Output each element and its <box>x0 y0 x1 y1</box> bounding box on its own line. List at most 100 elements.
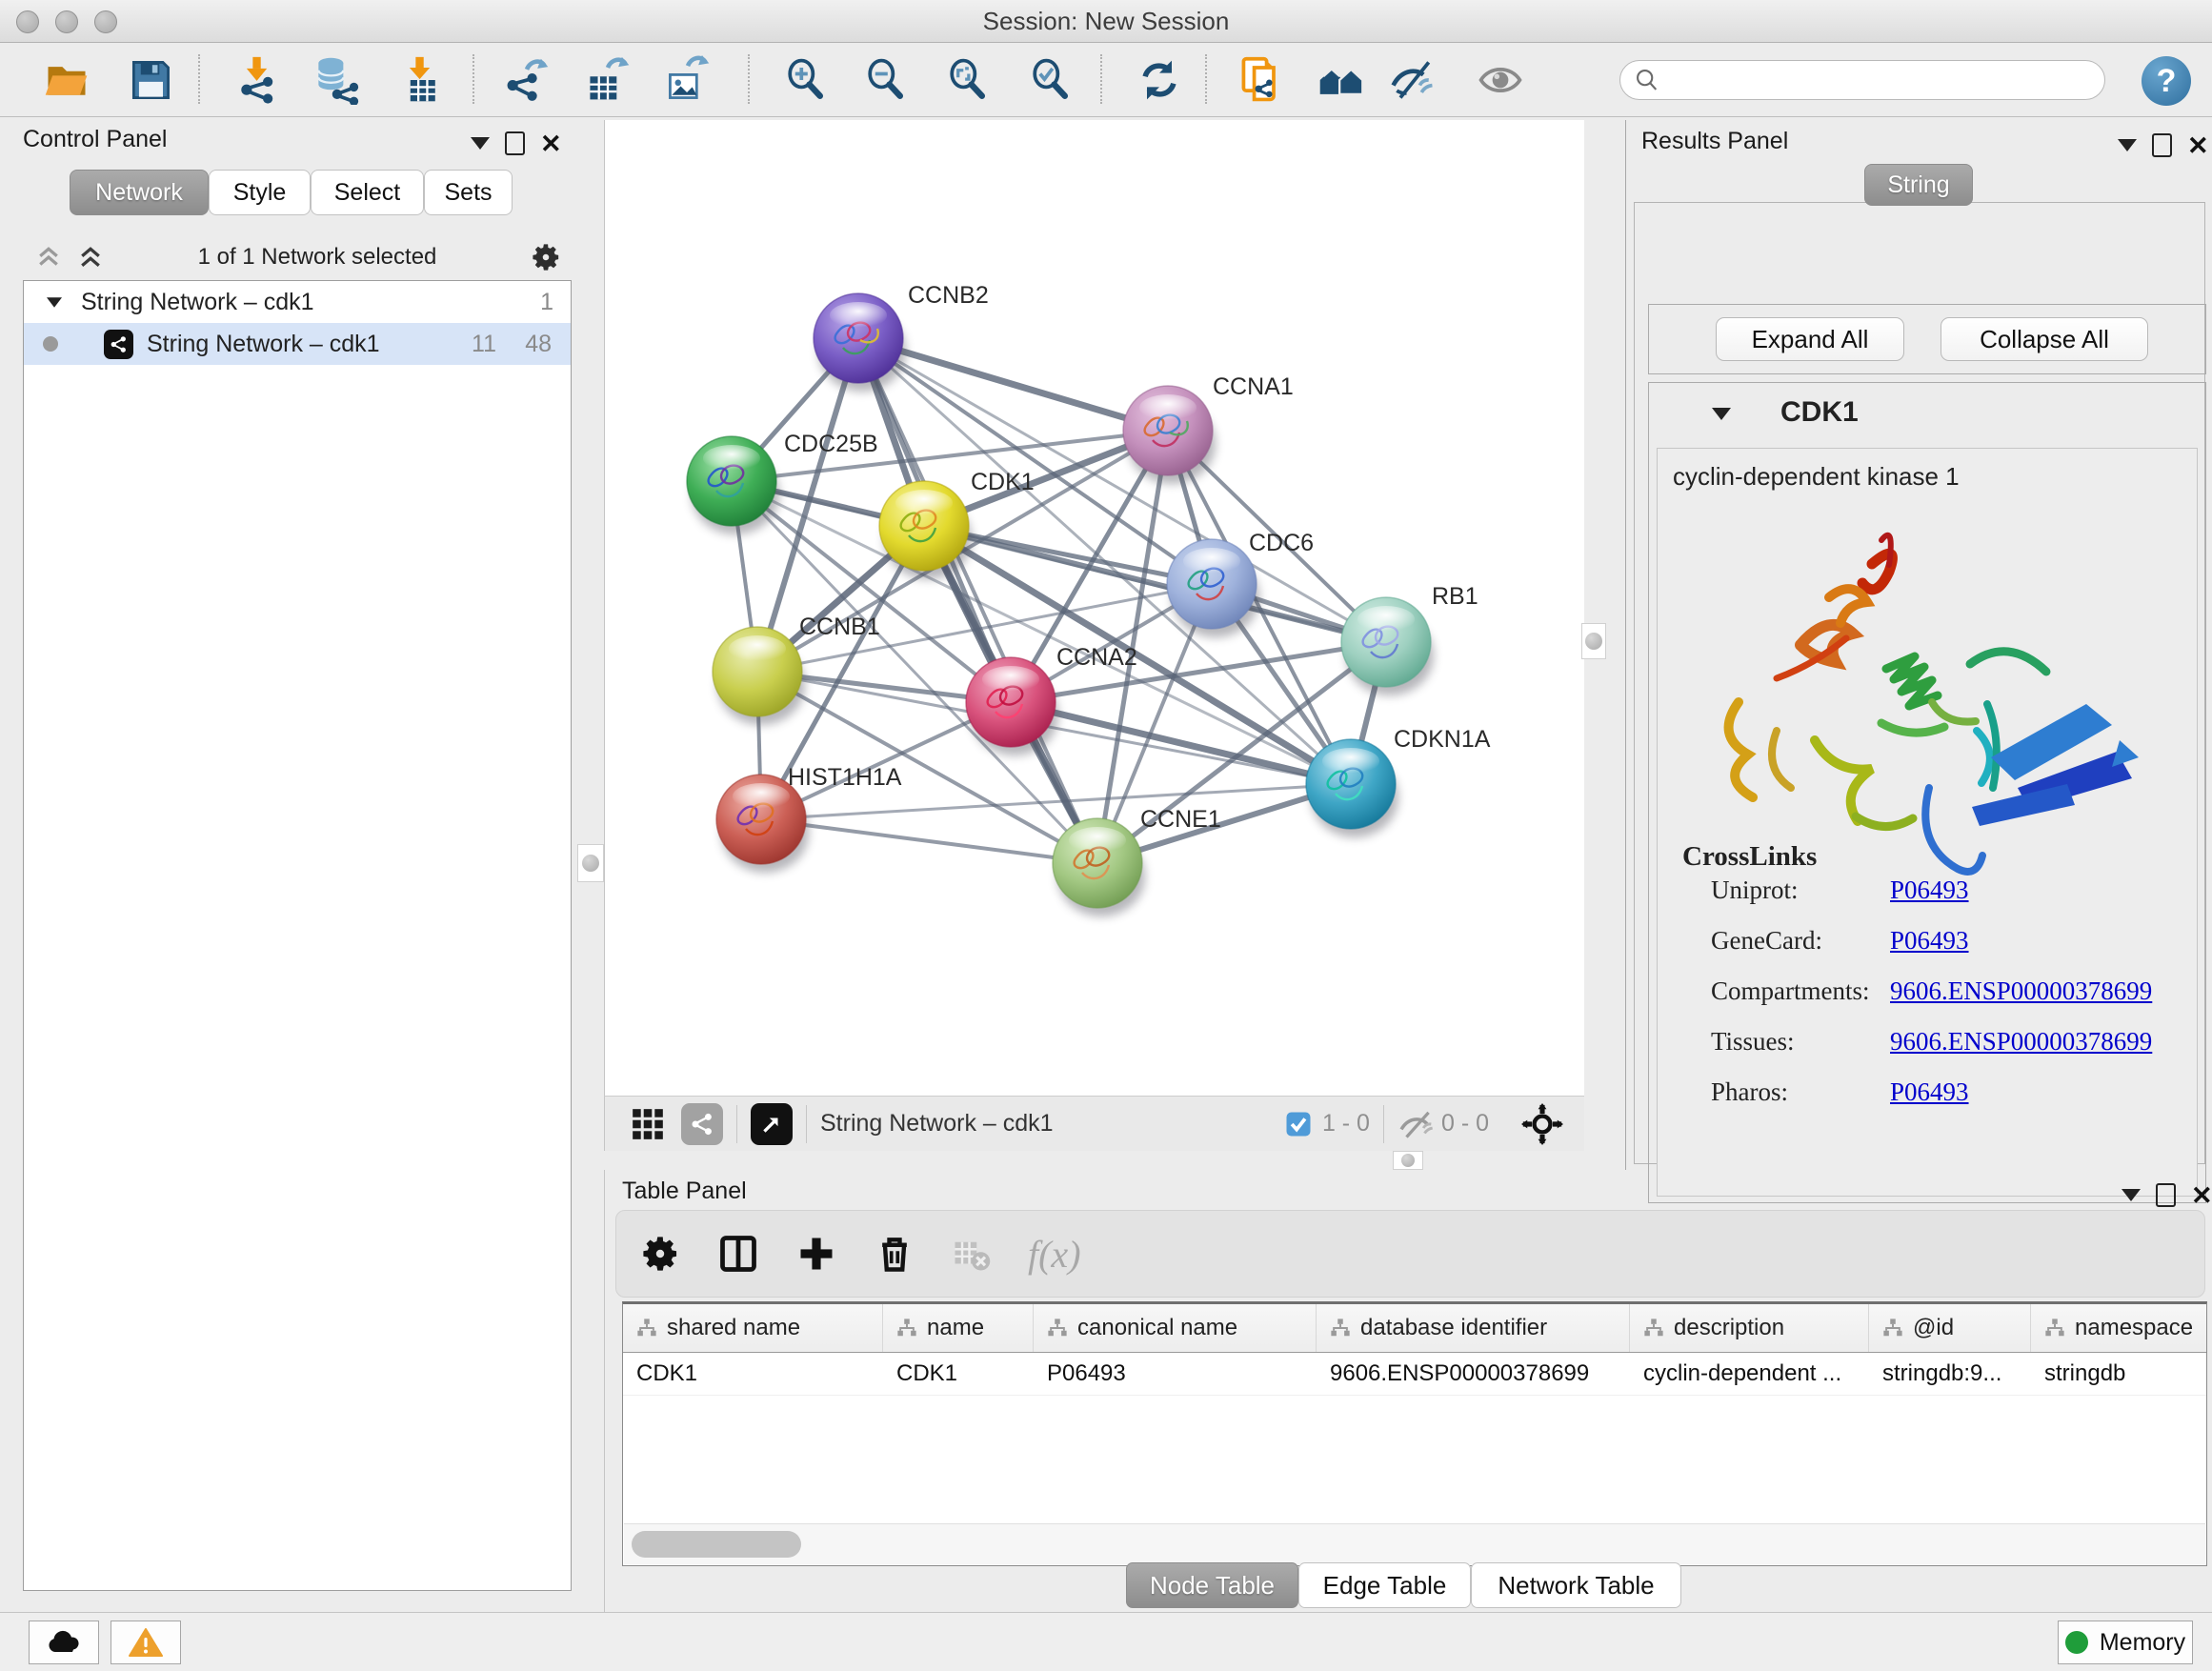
zoom-fit-icon[interactable] <box>939 52 995 108</box>
bottom-splitter-handle[interactable] <box>1393 1151 1423 1170</box>
tab-string[interactable]: String <box>1864 164 1973 206</box>
float-panel-icon[interactable] <box>2152 133 2172 157</box>
collection-collapse-icon[interactable] <box>47 297 62 307</box>
tab-node-table[interactable]: Node Table <box>1126 1562 1298 1608</box>
column-header-namespace[interactable]: namespace <box>2031 1304 2207 1352</box>
grid-view-icon[interactable] <box>630 1106 666 1142</box>
collapse-protein-icon[interactable] <box>1712 408 1731 420</box>
close-panel-icon[interactable]: ✕ <box>2187 136 2209 155</box>
table-settings-icon[interactable] <box>639 1233 681 1275</box>
column-header--id[interactable]: @id <box>1869 1304 2031 1352</box>
network-node-ccne1[interactable] <box>1053 818 1145 916</box>
network-node-ccna1[interactable] <box>1123 386 1216 484</box>
crosslink-link[interactable]: P06493 <box>1890 926 1969 956</box>
right-splitter-handle[interactable] <box>1581 623 1606 659</box>
tab-network[interactable]: Network <box>70 170 209 215</box>
network-row[interactable]: String Network – cdk1 11 48 <box>24 323 571 365</box>
import-table-icon[interactable] <box>392 52 448 108</box>
left-splitter-handle[interactable] <box>577 844 604 882</box>
hide-selection-icon[interactable] <box>1385 52 1440 108</box>
selected-counts: 1 - 0 <box>1322 1110 1370 1137</box>
zoom-in-icon[interactable] <box>777 52 833 108</box>
hidden-eye-icon <box>1398 1108 1434 1140</box>
close-panel-icon[interactable]: ✕ <box>2191 1186 2212 1205</box>
warnings-button[interactable] <box>111 1621 181 1664</box>
import-network-file-icon[interactable] <box>230 52 285 108</box>
show-columns-icon[interactable] <box>717 1233 759 1275</box>
network-canvas[interactable]: CCNB2CCNA1CDC25BCDK1CDC6RB1CCNB1CCNA2CDK… <box>604 120 1584 1096</box>
panel-menu-icon[interactable] <box>2122 1189 2141 1201</box>
panel-menu-icon[interactable] <box>471 137 490 150</box>
node-label-cdk1: CDK1 <box>971 469 1035 495</box>
float-panel-icon[interactable] <box>505 131 525 155</box>
memory-button[interactable]: Memory <box>2058 1621 2193 1664</box>
collapse-all-button[interactable]: Collapse All <box>1941 317 2148 361</box>
column-header-name[interactable]: name <box>883 1304 1034 1352</box>
add-column-icon[interactable] <box>795 1233 837 1275</box>
tab-sets[interactable]: Sets <box>424 170 513 215</box>
crosslink-link[interactable]: 9606.ENSP00000378699 <box>1890 976 2152 1006</box>
network-node-rb1[interactable] <box>1341 597 1434 695</box>
open-in-window-icon[interactable] <box>751 1103 793 1145</box>
save-session-icon[interactable] <box>123 52 178 108</box>
table-cell[interactable]: CDK1 <box>623 1353 883 1395</box>
cloud-status-button[interactable] <box>29 1621 99 1664</box>
fit-crosshair-icon[interactable] <box>1521 1103 1563 1145</box>
network-edge[interactable] <box>761 819 1097 863</box>
network-node-cdk1[interactable] <box>879 481 972 579</box>
expand-all-button[interactable]: Expand All <box>1716 317 1904 361</box>
network-node-cdc6[interactable] <box>1167 539 1259 637</box>
column-header-description[interactable]: description <box>1630 1304 1869 1352</box>
toolbar-separator <box>748 54 750 104</box>
column-header-shared-name[interactable]: shared name <box>623 1304 883 1352</box>
refresh-icon[interactable] <box>1132 52 1187 108</box>
table-cell[interactable]: CDK1 <box>883 1353 1034 1395</box>
node-table: shared namenamecanonical namedatabase id… <box>622 1301 2207 1566</box>
network-options-gear-icon[interactable] <box>530 241 562 273</box>
search-input[interactable] <box>1619 60 2105 100</box>
tab-network-table[interactable]: Network Table <box>1471 1562 1681 1608</box>
network-node-cdkn1a[interactable] <box>1306 739 1398 837</box>
show-all-icon[interactable] <box>1473 52 1528 108</box>
table-horizontal-scrollbar[interactable] <box>624 1523 2205 1564</box>
close-panel-icon[interactable]: ✕ <box>540 134 562 153</box>
tab-style[interactable]: Style <box>209 170 311 215</box>
expand-all-icon[interactable] <box>76 243 105 272</box>
panel-menu-icon[interactable] <box>2118 139 2137 151</box>
delete-column-icon[interactable] <box>874 1233 915 1275</box>
export-table-icon[interactable] <box>580 52 635 108</box>
crosslink-link[interactable]: 9606.ENSP00000378699 <box>1890 1027 2152 1057</box>
tab-select[interactable]: Select <box>311 170 424 215</box>
table-toolbar: f(x) <box>615 1210 2205 1298</box>
new-network-from-selection-icon[interactable] <box>1234 52 1289 108</box>
table-cell[interactable]: stringdb <box>2031 1353 2207 1395</box>
open-session-icon[interactable] <box>39 52 94 108</box>
network-node-ccnb2[interactable] <box>814 293 906 392</box>
tab-edge-table[interactable]: Edge Table <box>1298 1562 1471 1608</box>
help-icon[interactable]: ? <box>2142 56 2191 106</box>
collapse-all-icon[interactable] <box>34 243 63 272</box>
table-cell[interactable]: cyclin-dependent ... <box>1630 1353 1869 1395</box>
export-image-icon[interactable] <box>660 52 715 108</box>
crosslink-link[interactable]: P06493 <box>1890 1077 1969 1107</box>
float-panel-icon[interactable] <box>2156 1183 2176 1207</box>
table-cell[interactable]: 9606.ENSP00000378699 <box>1317 1353 1630 1395</box>
network-node-cdc25b[interactable] <box>687 436 779 534</box>
export-network-icon[interactable] <box>499 52 554 108</box>
table-row[interactable]: CDK1CDK1P064939606.ENSP00000378699cyclin… <box>623 1353 2206 1396</box>
crosslink-link[interactable]: P06493 <box>1890 876 1969 905</box>
table-cell[interactable]: P06493 <box>1034 1353 1317 1395</box>
zoom-selected-icon[interactable] <box>1022 52 1077 108</box>
network-node-ccnb1[interactable] <box>713 627 805 725</box>
memory-label: Memory <box>2100 1629 2185 1657</box>
table-cell[interactable]: stringdb:9... <box>1869 1353 2031 1395</box>
share-view-icon[interactable] <box>681 1103 723 1145</box>
selected-checkbox[interactable] <box>1284 1110 1313 1138</box>
column-header-database-identifier[interactable]: database identifier <box>1317 1304 1630 1352</box>
zoom-out-icon[interactable] <box>857 52 913 108</box>
scrollbar-thumb[interactable] <box>632 1531 801 1558</box>
network-collection-row[interactable]: String Network – cdk1 1 <box>24 281 571 323</box>
import-network-database-icon[interactable] <box>308 52 363 108</box>
first-neighbors-icon[interactable] <box>1314 52 1369 108</box>
column-header-canonical-name[interactable]: canonical name <box>1034 1304 1317 1352</box>
